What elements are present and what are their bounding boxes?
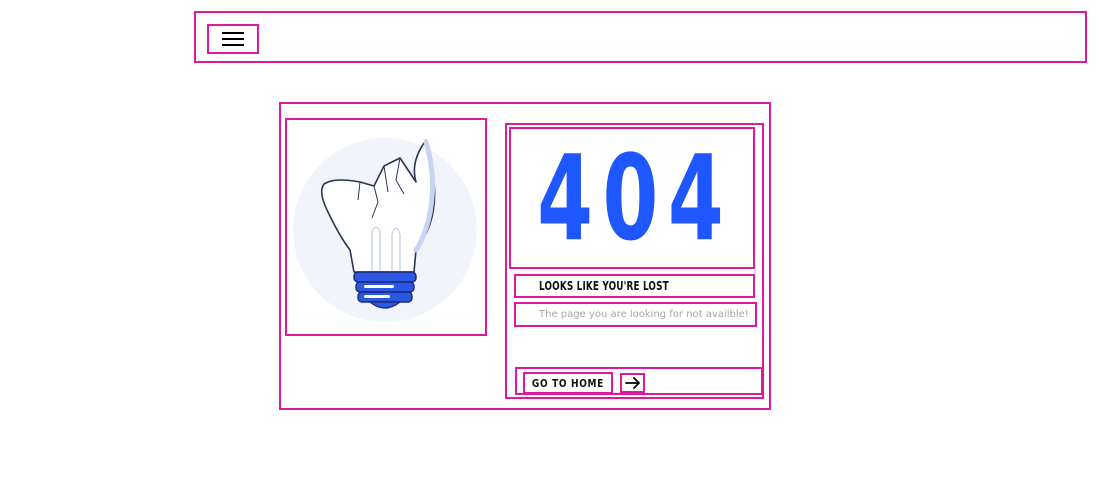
- broken-lightbulb-illustration: [293, 138, 477, 322]
- error-headline: Looks like you're lost: [539, 279, 669, 293]
- error-code: 404: [536, 129, 734, 267]
- go-home-arrow-button[interactable]: [620, 373, 645, 393]
- go-home-button[interactable]: Go to home: [523, 372, 613, 394]
- arrow-right-icon: [624, 377, 640, 389]
- headline-box: Looks like you're lost: [514, 274, 755, 298]
- message-box: The page you are looking for not availbl…: [514, 302, 757, 327]
- go-home-label: Go to home: [531, 376, 605, 390]
- top-nav-bar: [194, 11, 1087, 63]
- error-code-box: 404: [509, 127, 755, 269]
- menu-button[interactable]: [207, 24, 259, 54]
- illustration-box: [285, 118, 487, 336]
- error-message: The page you are looking for not availbl…: [539, 309, 749, 320]
- hamburger-menu-icon: [222, 32, 244, 46]
